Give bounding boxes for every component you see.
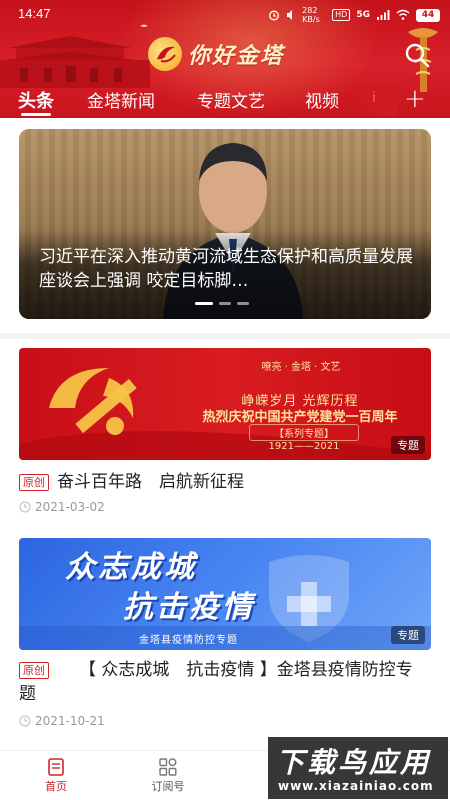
section-separator xyxy=(0,333,450,339)
nav-subscriptions[interactable]: 订阅号 xyxy=(133,757,203,794)
jinta-logo-icon xyxy=(148,37,182,71)
tab-jinta-news[interactable]: 金塔新闻 xyxy=(87,87,155,112)
tab-video[interactable]: 视频 xyxy=(305,87,339,112)
banner-line-3: 【系列专题】 xyxy=(249,424,359,441)
clock-icon xyxy=(19,715,31,727)
mute-icon xyxy=(287,10,293,20)
article-date-row: 2021-10-21 xyxy=(19,714,105,728)
article-title[interactable]: 奋斗百年路 启航新征程 xyxy=(57,470,244,494)
active-tab-indicator xyxy=(21,113,51,116)
category-tabs: 头条 金塔新闻 专题文艺 视频 i + xyxy=(0,84,450,116)
network-speed: 282 KB/s xyxy=(302,6,320,24)
app-logo: 你好金塔 xyxy=(148,36,284,72)
topic-tag: 专题 xyxy=(391,626,425,644)
status-time: 14:47 xyxy=(18,6,51,21)
carousel-dots xyxy=(195,302,249,305)
article-title[interactable]: 【 众志成城 抗击疫情 】金塔县疫情防控专题 xyxy=(19,658,419,706)
original-badge: 原创 xyxy=(19,473,49,491)
nav-home[interactable]: 首页 xyxy=(21,757,91,794)
logo-mark xyxy=(157,46,176,63)
tab-fade xyxy=(352,84,398,116)
alarm-icon xyxy=(269,10,280,21)
watermark: 下载鸟应用 www.xiazainiao.com xyxy=(268,737,448,799)
banner-line-2: 热烈庆祝中国共产党建党一百周年 xyxy=(202,410,398,425)
watermark-title: 下载鸟应用 xyxy=(276,746,432,779)
article-date: 2021-03-02 xyxy=(35,500,105,514)
banner-small-top: 嘹亮 · 金塔 · 文艺 xyxy=(261,362,341,373)
carousel-dot[interactable] xyxy=(237,302,249,305)
nav-subscriptions-label: 订阅号 xyxy=(151,780,185,793)
battery-indicator: 44 xyxy=(416,8,440,22)
hd-indicator: HD xyxy=(332,9,351,21)
app-name: 你好金塔 xyxy=(188,43,285,69)
wifi-icon xyxy=(396,9,410,20)
article-banner-epidemic[interactable]: 众志成城 抗击疫情 金塔县疫情防控专题 专题 xyxy=(19,538,431,650)
status-icons: 282 KB/s HD 5G 44 xyxy=(268,6,440,24)
article-date: 2021-10-21 xyxy=(35,714,105,728)
banner-line-4: 1921——2021 xyxy=(268,441,340,452)
tab-headlines[interactable]: 头条 xyxy=(18,87,54,113)
watermark-url: www.xiazainiao.com xyxy=(278,779,434,793)
hero-carousel[interactable]: 习近平在深入推动黄河流域生态保护和高质量发展座谈会上强调 咬定目标脚… xyxy=(19,129,431,319)
banner-line-1: 众志成城 xyxy=(65,550,197,585)
signal-icon xyxy=(377,10,390,20)
topic-tag: 专题 xyxy=(391,436,425,454)
tiananmen-illustration xyxy=(0,24,150,88)
carousel-dot[interactable] xyxy=(219,302,231,305)
status-bar: 14:47 282 KB/s HD 5G 44 xyxy=(0,0,450,28)
banner-subtitle: 金塔县疫情防控专题 xyxy=(139,635,238,646)
tab-special-arts[interactable]: 专题文艺 xyxy=(197,87,265,112)
search-icon[interactable] xyxy=(403,41,431,69)
home-icon xyxy=(48,758,64,776)
grid-icon xyxy=(159,758,177,776)
network-type: 5G xyxy=(356,10,370,20)
nav-home-label: 首页 xyxy=(45,780,67,793)
banner-line-2: 抗击疫情 xyxy=(123,590,255,625)
hero-title[interactable]: 习近平在深入推动黄河流域生态保护和高质量发展座谈会上强调 咬定目标脚… xyxy=(39,245,419,293)
article-banner-party-centenary[interactable]: 嘹亮 · 金塔 · 文艺 峥嵘岁月 光辉历程 热烈庆祝中国共产党建党一百周年 【… xyxy=(19,348,431,460)
plus-icon[interactable]: + xyxy=(404,84,426,114)
carousel-dot[interactable] xyxy=(195,302,213,305)
article-date-row: 2021-03-02 xyxy=(19,500,105,514)
app-header: 14:47 282 KB/s HD 5G 44 你好金塔 头条 金塔新闻 专题文… xyxy=(0,0,450,118)
clock-icon xyxy=(19,501,31,513)
article-title-row[interactable]: 原创 奋斗百年路 启航新征程 xyxy=(19,470,244,494)
